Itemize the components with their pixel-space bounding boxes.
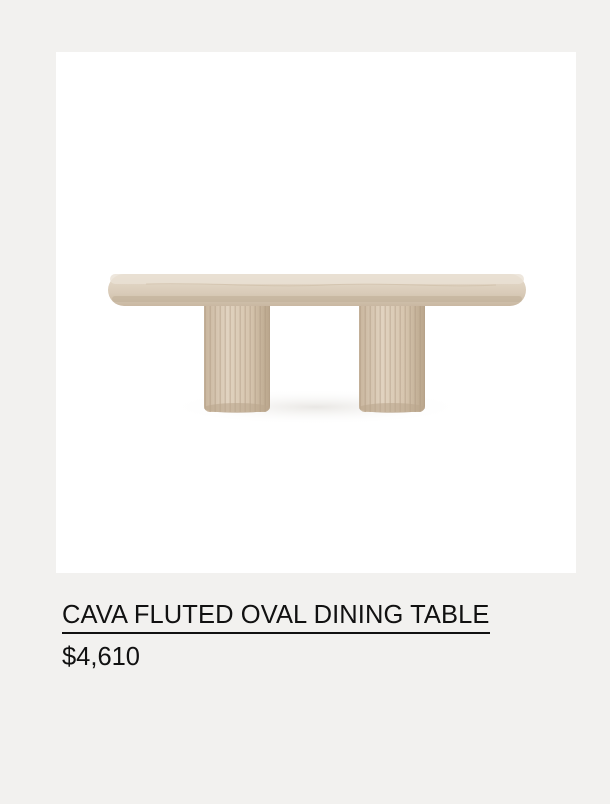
product-image-link[interactable] [56, 52, 576, 573]
product-price: $4,610 [62, 643, 140, 671]
product-title-link[interactable]: CAVA FLUTED OVAL DINING TABLE [62, 598, 490, 634]
table-right-pedestal [359, 300, 425, 413]
table-top [108, 274, 526, 306]
product-image [108, 274, 526, 425]
product-card: CAVA FLUTED OVAL DINING TABLE $4,610 [0, 0, 610, 804]
table-left-pedestal [204, 300, 270, 413]
product-info: CAVA FLUTED OVAL DINING TABLE $4,610 [62, 598, 582, 672]
